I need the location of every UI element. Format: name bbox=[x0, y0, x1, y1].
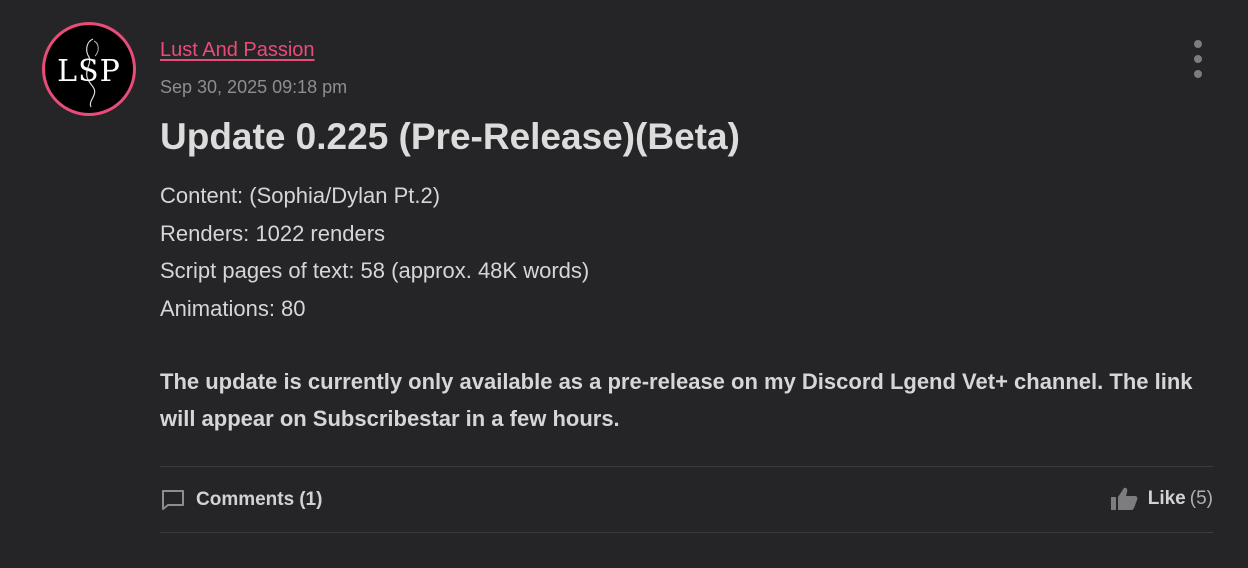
like-button[interactable]: Like (5) bbox=[1110, 484, 1213, 514]
avatar-logo-image: LSP bbox=[57, 38, 121, 108]
more-vertical-icon-dot bbox=[1194, 70, 1202, 78]
author-avatar[interactable]: LSP bbox=[42, 22, 136, 116]
detail-content: Content: (Sophia/Dylan Pt.2) bbox=[160, 183, 441, 208]
detail-renders: Renders: 1022 renders bbox=[160, 220, 386, 246]
more-vertical-icon bbox=[1194, 40, 1202, 48]
more-vertical-icon-dot bbox=[1194, 55, 1202, 63]
comments-button[interactable]: Comments (1) bbox=[160, 486, 322, 514]
more-options-button[interactable] bbox=[1186, 40, 1210, 78]
comment-icon bbox=[162, 490, 184, 510]
detail-animations: Animations: 80 bbox=[160, 295, 306, 321]
comments-label: Comments bbox=[196, 489, 295, 510]
divider-bottom bbox=[160, 532, 1213, 533]
avatar-monogram: LSP bbox=[57, 54, 121, 89]
post-notice: The update is currently only available a… bbox=[160, 369, 1193, 431]
post-card: LSP Lust And Passion Sep 30, 2025 09:18 … bbox=[0, 0, 1248, 568]
post-timestamp: Sep 30, 2025 09:18 pm bbox=[160, 77, 348, 97]
divider-top bbox=[160, 466, 1213, 467]
like-count: (5) bbox=[1189, 488, 1213, 509]
thumbs-up-icon bbox=[1110, 487, 1138, 510]
post-title: Update 0.225 (Pre-Release)(Beta) bbox=[160, 116, 740, 157]
like-label: Like bbox=[1147, 488, 1186, 509]
comments-count: (1) bbox=[299, 489, 323, 510]
author-name-link[interactable]: Lust And Passion bbox=[160, 39, 315, 62]
post-details: Content: (Sophia/Dylan Pt.2) Renders: 10… bbox=[160, 177, 589, 327]
detail-script-pages: Script pages of text: 58 (approx. 48K wo… bbox=[160, 258, 590, 283]
